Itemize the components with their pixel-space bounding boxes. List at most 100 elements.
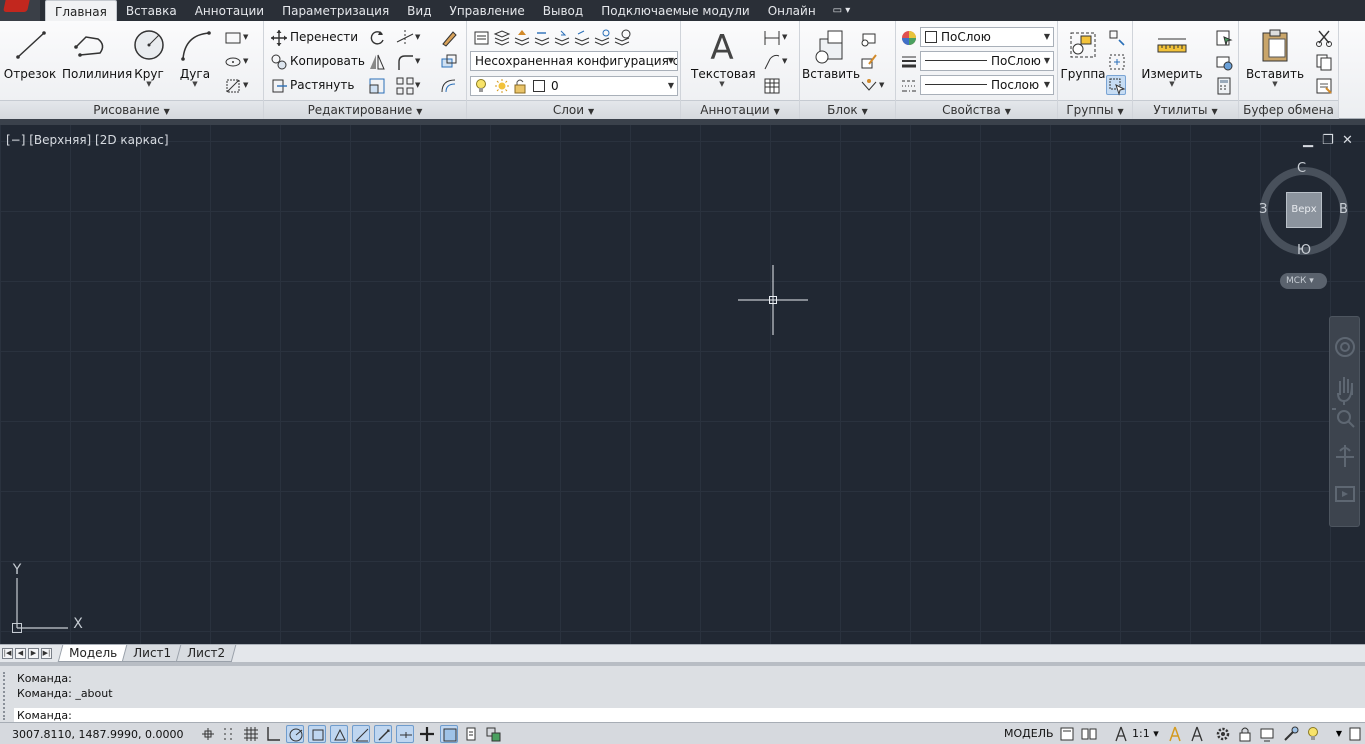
layer-unisolate-icon[interactable]: [571, 27, 591, 47]
tab-layout1[interactable]: Лист1: [121, 645, 183, 662]
panel-groups-title[interactable]: Группы ▼: [1058, 100, 1132, 119]
viewcube-west[interactable]: З: [1259, 202, 1267, 217]
panel-layers-title[interactable]: Слои ▼: [467, 100, 680, 119]
prev-layout-button[interactable]: ◀: [15, 648, 26, 659]
hatch-tool-button[interactable]: ▼: [222, 74, 248, 96]
lineweight-toggle[interactable]: [418, 725, 436, 743]
status-menu-chevron-down-icon[interactable]: ▼: [1330, 725, 1348, 743]
array-button[interactable]: ▼: [394, 74, 420, 96]
next-layout-button[interactable]: ▶: [28, 648, 39, 659]
trim-button[interactable]: ▼: [394, 26, 420, 48]
cut-button[interactable]: [1313, 26, 1333, 48]
chevron-down-icon[interactable]: ▼: [1245, 81, 1305, 88]
tab-online[interactable]: Онлайн: [759, 0, 825, 21]
tab-annotate[interactable]: Аннотации: [186, 0, 273, 21]
tab-model[interactable]: Модель: [57, 645, 129, 662]
insert-block-button[interactable]: Вставить: [802, 25, 860, 89]
layer-match-icon[interactable]: [511, 27, 531, 47]
explode-button[interactable]: [438, 50, 458, 72]
stretch-button[interactable]: Растянуть: [268, 74, 354, 96]
object-snap-toggle[interactable]: [308, 725, 326, 743]
hardware-acceleration-icon[interactable]: [1258, 725, 1276, 743]
move-button[interactable]: Перенести: [268, 26, 358, 48]
annotation-visibility-toggle[interactable]: [1166, 725, 1184, 743]
layer-off-icon[interactable]: [611, 27, 631, 47]
measure-button[interactable]: Измерить ▼: [1141, 25, 1203, 89]
panel-block-title[interactable]: Блок ▼: [800, 100, 895, 119]
dynamic-input-toggle[interactable]: [396, 725, 414, 743]
dimension-button[interactable]: ▼: [761, 26, 787, 48]
drawing-area[interactable]: [0, 125, 1365, 645]
snap-mode-toggle[interactable]: [220, 725, 238, 743]
paste-button[interactable]: Вставить ▼: [1245, 25, 1305, 89]
tab-insert[interactable]: Вставка: [117, 0, 186, 21]
viewcube-north[interactable]: С: [1297, 161, 1306, 176]
quick-select-button[interactable]: [1213, 26, 1233, 48]
fillet-button[interactable]: ▼: [394, 50, 420, 72]
erase-button[interactable]: [438, 26, 458, 48]
group-button[interactable]: Группа: [1060, 25, 1106, 89]
3d-osnap-toggle[interactable]: [330, 725, 348, 743]
tab-view[interactable]: Вид: [398, 0, 440, 21]
line-button[interactable]: Отрезок: [2, 25, 58, 89]
coordinates-readout[interactable]: 3007.8110, 1487.9990, 0.0000: [12, 728, 183, 741]
panel-utilities-title[interactable]: Утилиты ▼: [1133, 100, 1238, 119]
last-layout-button[interactable]: ▶|: [41, 648, 52, 659]
viewcube-south[interactable]: Ю: [1297, 243, 1311, 258]
arc-button[interactable]: Дуга ▼: [167, 25, 223, 89]
ribbon-options-button[interactable]: ▭ ▾: [825, 0, 859, 21]
layer-stack-icon[interactable]: [491, 27, 511, 47]
auto-scale-toggle[interactable]: [1188, 725, 1206, 743]
tab-layout2[interactable]: Лист2: [175, 645, 237, 662]
polyline-button[interactable]: Полилиния: [62, 25, 132, 89]
grid-toggle[interactable]: [242, 725, 260, 743]
rotate-button[interactable]: [366, 26, 386, 48]
panel-annotation-title[interactable]: Аннотации ▼: [681, 100, 799, 119]
block-attributes-button[interactable]: ▼: [858, 74, 884, 96]
selection-cycling-toggle[interactable]: [484, 725, 502, 743]
tab-parametric[interactable]: Параметризация: [273, 0, 398, 21]
linetype-dropdown[interactable]: Послою ▼: [920, 75, 1054, 95]
viewport-restore-button[interactable]: ❐: [1322, 133, 1334, 148]
first-layout-button[interactable]: |◀: [2, 648, 13, 659]
ucs-dropdown[interactable]: МСК ▾: [1280, 273, 1327, 289]
viewport-controls-label[interactable]: [−] [Верхняя] [2D каркас]: [6, 133, 169, 147]
rectangle-button[interactable]: ▼: [222, 26, 248, 48]
viewcube-east[interactable]: В: [1339, 202, 1348, 217]
object-snap-tracking-toggle[interactable]: [352, 725, 370, 743]
chevron-down-icon[interactable]: ▼: [691, 81, 753, 88]
group-selection-toggle[interactable]: [1106, 74, 1126, 96]
table-button[interactable]: [761, 74, 781, 96]
viewport-close-button[interactable]: ✕: [1342, 133, 1353, 148]
annotation-scale-dropdown[interactable]: 1:1 ▾: [1132, 727, 1159, 740]
chevron-down-icon[interactable]: ▼: [1141, 81, 1203, 88]
model-space-button[interactable]: МОДЕЛЬ: [1004, 727, 1054, 740]
panel-properties-title[interactable]: Свойства ▼: [896, 100, 1057, 119]
panel-modify-title[interactable]: Редактирование ▼: [264, 100, 466, 119]
polar-tracking-toggle[interactable]: [286, 725, 304, 743]
quick-view-drawings-button[interactable]: [1080, 725, 1098, 743]
chevron-down-icon[interactable]: ▼: [167, 81, 223, 88]
lineweight-dropdown[interactable]: ПоСлою ▼: [920, 51, 1054, 71]
allow-ucs-toggle[interactable]: [374, 725, 392, 743]
tab-home[interactable]: Главная: [45, 0, 117, 21]
color-dropdown[interactable]: ПоСлою ▼: [920, 27, 1054, 47]
scale-button[interactable]: [366, 74, 386, 96]
viewcube-top-face[interactable]: Верх: [1286, 192, 1322, 228]
command-window-grip[interactable]: [3, 672, 11, 720]
clean-screen-icon[interactable]: [1348, 725, 1365, 743]
group-edit-button[interactable]: [1106, 50, 1126, 72]
copy-clip-button[interactable]: [1313, 50, 1333, 72]
tab-plugins[interactable]: Подключаемые модули: [592, 0, 759, 21]
tab-manage[interactable]: Управление: [441, 0, 534, 21]
edit-block-button[interactable]: [858, 50, 878, 72]
lock-ui-icon[interactable]: [1236, 725, 1254, 743]
match-properties-button[interactable]: [898, 26, 918, 48]
autocad-logo-icon[interactable]: [0, 0, 40, 21]
text-button[interactable]: A Текстовая ▼: [691, 25, 756, 89]
match-paste-button[interactable]: [1313, 74, 1333, 96]
quick-view-layouts-button[interactable]: [1058, 725, 1076, 743]
lightbulb-icon[interactable]: [1304, 725, 1322, 743]
copy-button[interactable]: Копировать: [268, 50, 365, 72]
annotation-scale-icon[interactable]: [1112, 725, 1130, 743]
